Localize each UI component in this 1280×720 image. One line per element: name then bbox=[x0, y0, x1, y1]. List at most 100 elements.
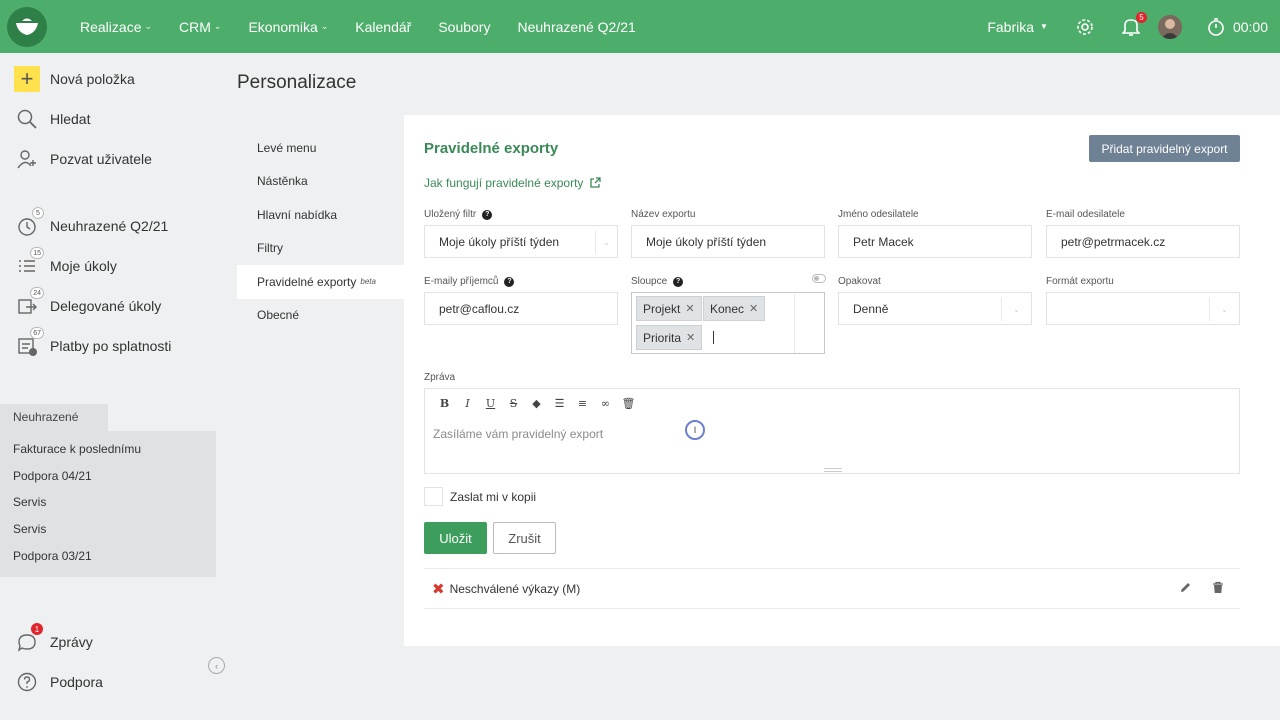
collapse-sidebar-button[interactable]: ‹ bbox=[208, 657, 225, 674]
resize-handle[interactable] bbox=[824, 468, 842, 472]
sidebar-item-label: Platby po splatnosti bbox=[50, 338, 172, 354]
question-icon[interactable]: ? bbox=[482, 209, 493, 220]
tag-label: Konec bbox=[710, 301, 745, 316]
plus-icon: + bbox=[14, 66, 40, 92]
count-badge: 1 bbox=[31, 623, 43, 635]
columns-toggle[interactable] bbox=[812, 274, 826, 283]
subnav-item[interactable]: Levé menu bbox=[237, 131, 404, 165]
sender-email-value: petr@petrmacek.cz bbox=[1061, 234, 1166, 249]
copy-checkbox[interactable] bbox=[424, 487, 443, 506]
sidebar-item-my-tasks[interactable]: 15 Moje úkoly bbox=[0, 246, 216, 286]
bell-icon[interactable]: 5 bbox=[1119, 11, 1147, 39]
clock-icon: 5 bbox=[13, 207, 44, 240]
sidebar-item-label: Nová položka bbox=[50, 71, 135, 87]
saved-filter-select[interactable]: Moje úkoly příští týden ⌄ bbox=[424, 225, 618, 258]
nav-crm[interactable]: CRM ⌄ bbox=[179, 19, 221, 35]
delete-icon[interactable] bbox=[1212, 581, 1224, 597]
column-tag: Projekt ✕ bbox=[636, 296, 702, 321]
repeat-value: Denně bbox=[853, 301, 889, 316]
list-item[interactable]: Fakturace k poslednímu bbox=[0, 436, 216, 463]
subnav-item-active[interactable]: Pravidelné exporty beta bbox=[237, 265, 404, 299]
sender-email-input[interactable]: petr@petrmacek.cz bbox=[1046, 225, 1240, 258]
subnav-item[interactable]: Filtry bbox=[237, 232, 404, 266]
sidebar-item-support[interactable]: Podpora bbox=[0, 662, 216, 702]
message-label: Zpráva bbox=[424, 372, 456, 383]
nav-ekonomika[interactable]: Ekonomika ⌄ bbox=[248, 19, 328, 35]
edit-icon[interactable] bbox=[1179, 581, 1192, 597]
trash-icon[interactable]: 🗑 bbox=[617, 395, 640, 411]
chevron-down-icon: ⌄ bbox=[320, 21, 329, 31]
repeat-select[interactable]: Denně ⌄ bbox=[838, 292, 1032, 325]
question-icon[interactable]: ? bbox=[504, 276, 515, 287]
remove-tag-icon[interactable]: ✕ bbox=[749, 302, 758, 315]
subnav-item[interactable]: Obecné bbox=[237, 299, 404, 333]
nav-kalendar[interactable]: Kalendář bbox=[355, 19, 411, 35]
sidebar-item-payments[interactable]: 67 Platby po splatnosti bbox=[0, 326, 216, 366]
text-cursor bbox=[713, 331, 714, 344]
nav-realizace[interactable]: Realizace ⌄ bbox=[80, 19, 152, 35]
list-item[interactable]: Podpora 04/21 bbox=[0, 463, 216, 490]
sidebar-item-search[interactable]: Hledat bbox=[0, 99, 216, 139]
bullet-list-icon[interactable]: ☰ bbox=[548, 395, 571, 411]
tag-label: Priorita bbox=[643, 330, 682, 345]
logo-icon bbox=[16, 18, 38, 35]
sidebar-item-label: Delegované úkoly bbox=[50, 298, 162, 314]
count-badge: 5 bbox=[32, 207, 44, 219]
strikethrough-icon[interactable]: S bbox=[502, 395, 525, 411]
message-editor[interactable]: B I U S ◆ ☰ ≡ ∞ 🗑 Zasíláme vám pravideln… bbox=[424, 388, 1240, 474]
columns-multiselect[interactable]: Projekt ✕ Konec ✕ Priorita ✕ bbox=[631, 292, 825, 354]
chevron-left-icon: ‹ bbox=[215, 660, 218, 671]
recipients-value: petr@caflou.cz bbox=[439, 301, 520, 316]
recipients-input[interactable]: petr@caflou.cz bbox=[424, 292, 618, 325]
list-item[interactable]: Servis bbox=[0, 516, 216, 543]
subnav-item[interactable]: Nástěnka bbox=[237, 165, 404, 199]
remove-tag-icon[interactable]: ✕ bbox=[685, 302, 694, 315]
nav-soubory[interactable]: Soubory bbox=[438, 19, 490, 35]
bold-icon[interactable]: B bbox=[433, 395, 456, 411]
question-icon[interactable]: ? bbox=[673, 276, 684, 287]
help-link-text: Jak fungují pravidelné exporty bbox=[424, 176, 584, 190]
sidebar-item-label: Moje úkoly bbox=[50, 258, 117, 274]
subnav-item[interactable]: Hlavní nabídka bbox=[237, 198, 404, 232]
sidebar-item-messages[interactable]: 1 Zprávy bbox=[0, 622, 216, 662]
cancel-button[interactable]: Zrušit bbox=[493, 522, 556, 554]
save-button[interactable]: Uložit bbox=[424, 522, 487, 554]
sidebar-item-unpaid[interactable]: 5 Neuhrazené Q2/21 bbox=[0, 206, 216, 246]
help-link[interactable]: Jak fungují pravidelné exporty bbox=[424, 176, 602, 190]
format-select[interactable]: ⌄ bbox=[1046, 292, 1240, 325]
company-switcher[interactable]: Fabrika ▼ bbox=[987, 19, 1048, 35]
gear-icon[interactable] bbox=[1073, 15, 1097, 39]
italic-icon[interactable]: I bbox=[456, 395, 479, 411]
add-export-button[interactable]: Přidat pravidelný export bbox=[1089, 135, 1240, 162]
link-icon[interactable]: ∞ bbox=[594, 395, 617, 411]
eraser-icon[interactable]: ◆ bbox=[525, 395, 548, 411]
page-title: Personalizace bbox=[237, 72, 357, 93]
chevron-down-icon: ⌄ bbox=[1209, 297, 1239, 321]
saved-filter-value: Moje úkoly příští týden bbox=[439, 234, 560, 249]
numbered-list-icon[interactable]: ≡ bbox=[571, 395, 594, 411]
sidebar-item-new[interactable]: + Nová položka bbox=[0, 59, 216, 99]
repeat-label: Opakovat bbox=[838, 276, 881, 287]
underline-icon[interactable]: U bbox=[479, 395, 502, 411]
help-icon bbox=[13, 668, 41, 696]
dropdown-toggle[interactable] bbox=[794, 295, 824, 353]
sidebar-item-label: Hledat bbox=[50, 111, 91, 127]
sender-name-input[interactable]: Petr Macek bbox=[838, 225, 1032, 258]
list-item[interactable]: Servis bbox=[0, 489, 216, 516]
logo[interactable] bbox=[7, 6, 47, 47]
message-text: Zasíláme vám pravidelný export bbox=[433, 427, 604, 441]
chat-icon: 1 bbox=[13, 623, 43, 656]
chevron-down-icon: ⌄ bbox=[1001, 297, 1031, 321]
nav-neuhrazene[interactable]: Neuhrazené Q2/21 bbox=[517, 19, 635, 35]
mouse-cursor-icon: I bbox=[685, 420, 705, 440]
avatar[interactable] bbox=[1157, 14, 1182, 39]
export-name-input[interactable]: Moje úkoly příští týden bbox=[631, 225, 825, 258]
sidebar-item-delegated[interactable]: 24 Delegované úkoly bbox=[0, 286, 216, 326]
sidebar-item-invite[interactable]: Pozvat uživatele bbox=[0, 139, 216, 179]
copy-checkbox-row[interactable]: Zaslat mi v kopii bbox=[424, 487, 536, 506]
column-tag: Konec ✕ bbox=[703, 296, 766, 321]
timer[interactable]: 00:00 bbox=[1195, 17, 1268, 37]
list-item[interactable]: Podpora 03/21 bbox=[0, 542, 216, 569]
remove-tag-icon[interactable]: ✕ bbox=[686, 331, 695, 344]
settings-subnav: Levé menu Nástěnka Hlavní nabídka Filtry… bbox=[237, 131, 404, 332]
